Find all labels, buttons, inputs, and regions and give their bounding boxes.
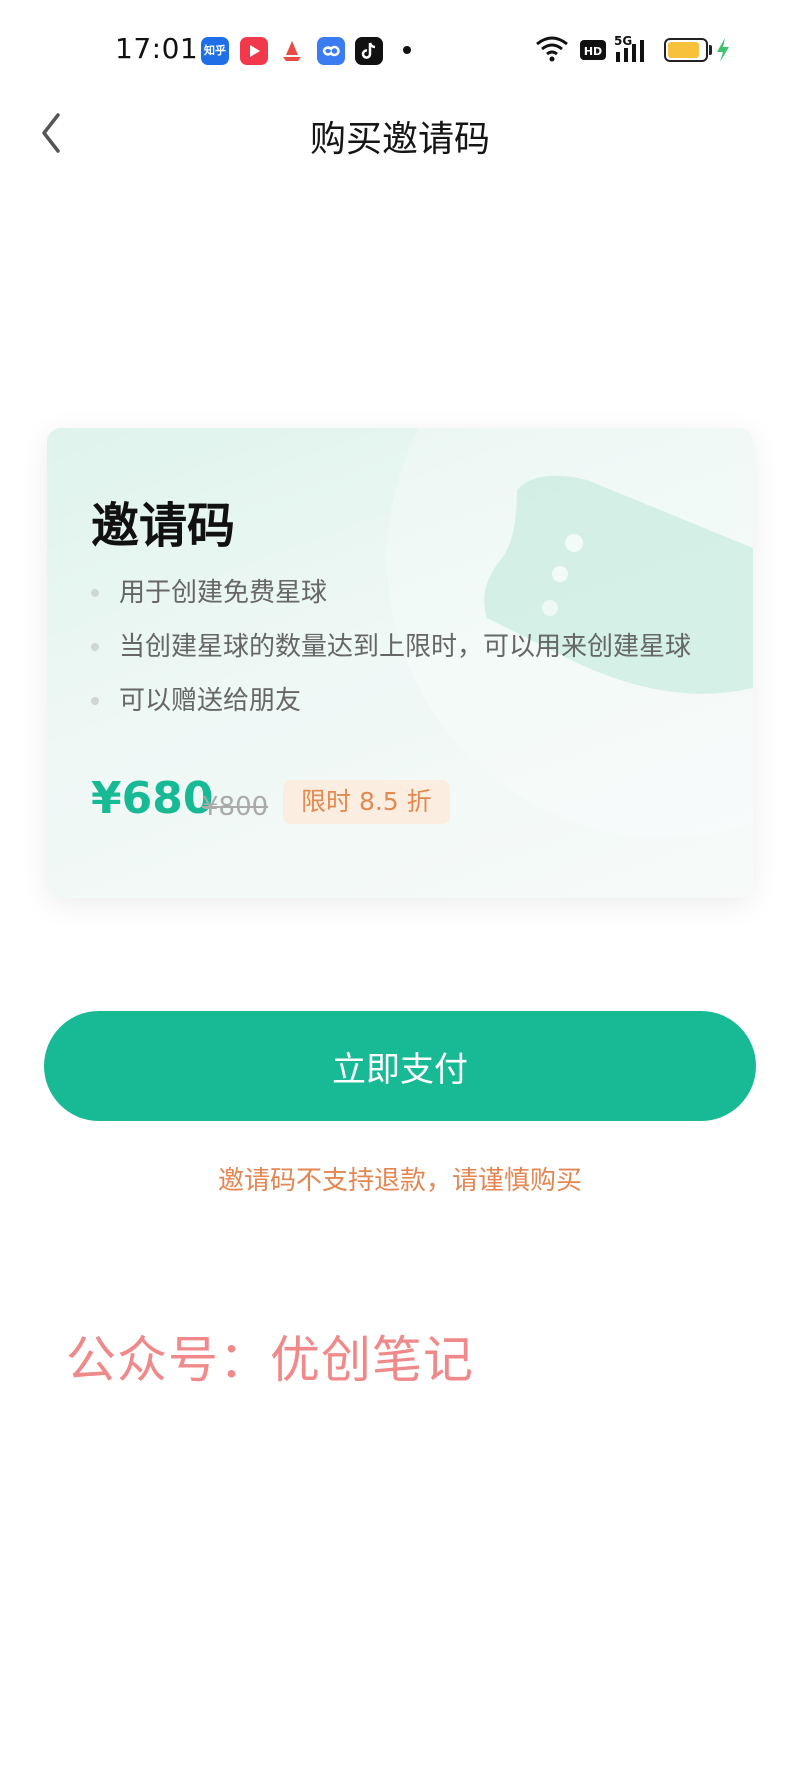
bullet-dot [91, 697, 99, 705]
zhihu-icon: 知乎 [201, 37, 229, 65]
bullet-dot [91, 589, 99, 597]
wifi-icon [536, 36, 568, 62]
list-item: 当创建星球的数量达到上限时，可以用来创建星球 [91, 627, 691, 681]
list-item: 可以赠送给朋友 [91, 681, 691, 735]
watermark-text: 公众号：优创笔记 [66, 1331, 474, 1389]
invite-code-card: 邀请码 用于创建免费星球 当创建星球的数量达到上限时，可以用来创建星球 可以赠送… [47, 428, 753, 898]
cloud-icon [317, 37, 345, 65]
signal-icon [616, 40, 644, 62]
boat-icon [278, 37, 306, 65]
feature-text: 用于创建免费星球 [119, 578, 328, 608]
refund-notice: 邀请码不支持退款，请谨慎购买 [217, 1166, 582, 1196]
hd-badge: HD [580, 40, 606, 60]
bullet-dot [91, 643, 99, 651]
list-item: 用于创建免费星球 [91, 573, 691, 627]
discount-badge: 限时 8.5 折 [283, 780, 450, 824]
page-title: 购买邀请码 [309, 119, 490, 160]
original-price: ¥800 [202, 792, 269, 822]
current-price: ¥680 [91, 773, 214, 824]
pay-now-button[interactable]: 立即支付 [44, 1011, 756, 1121]
battery-icon [664, 38, 708, 62]
notification-dot [403, 46, 411, 54]
battery-cap [709, 45, 712, 55]
tiktok-icon [355, 37, 383, 65]
feature-text: 可以赠送给朋友 [119, 686, 302, 716]
charging-icon [717, 38, 729, 62]
feature-list: 用于创建免费星球 当创建星球的数量达到上限时，可以用来创建星球 可以赠送给朋友 [91, 573, 691, 735]
status-bar: 17:01 知乎 HD 5G [0, 0, 800, 100]
feature-text: 当创建星球的数量达到上限时，可以用来创建星球 [119, 632, 692, 662]
card-title: 邀请码 [91, 498, 236, 554]
video-icon [240, 37, 268, 65]
status-time: 17:01 [115, 32, 199, 65]
